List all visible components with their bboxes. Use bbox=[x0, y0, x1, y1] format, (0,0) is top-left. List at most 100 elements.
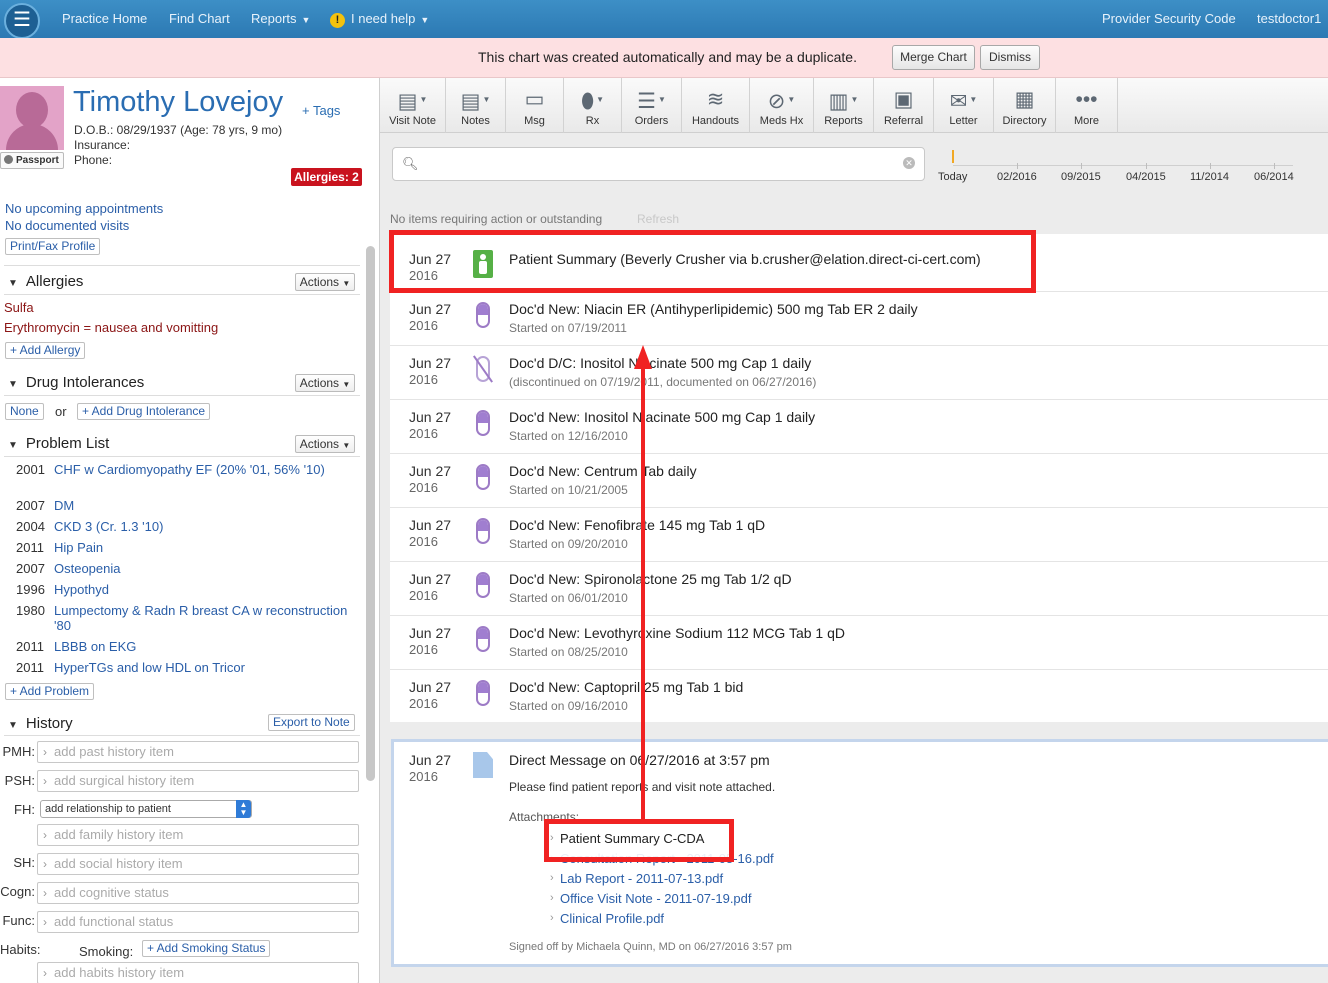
rx-tool[interactable]: ⬮ ▼ Rx bbox=[564, 78, 622, 133]
nav-reports[interactable]: Reports ▼ bbox=[251, 11, 310, 26]
fh-relationship-select[interactable]: add relationship to patient ▲ ▼ bbox=[40, 800, 252, 818]
nav-reports-label: Reports bbox=[251, 11, 297, 26]
func-input[interactable]: › add functional status bbox=[37, 911, 359, 933]
pmh-placeholder: add past history item bbox=[54, 744, 174, 759]
allergies-badge[interactable]: Allergies: 2 bbox=[291, 168, 362, 186]
chevron-down-icon: ▼ bbox=[342, 441, 351, 450]
nav-user-menu[interactable]: testdoctor1 bbox=[1257, 11, 1321, 26]
refresh-link[interactable]: Refresh bbox=[637, 212, 679, 226]
tool-label: More bbox=[1073, 115, 1100, 127]
letter-tool[interactable]: ✉ ▼ Letter bbox=[934, 78, 994, 133]
problem-list-section-header[interactable]: ▼ Problem List bbox=[8, 435, 109, 452]
feed-title[interactable]: Doc'd New: Spironolactone 25 mg Tab 1/2 … bbox=[509, 571, 792, 587]
problem-item[interactable]: Hypothyd bbox=[54, 582, 109, 597]
handouts-tool[interactable]: ≋ Handouts bbox=[682, 78, 750, 133]
feed-item[interactable]: Jun 27 2016 Doc'd D/C: Inositol Niacinat… bbox=[390, 346, 1328, 400]
timeline-label[interactable]: 04/2015 bbox=[1126, 171, 1166, 183]
psh-placeholder: add surgical history item bbox=[54, 773, 195, 788]
feed-item[interactable]: Jun 27 2016 Doc'd New: Levothyroxine Sod… bbox=[390, 616, 1328, 670]
merge-chart-button[interactable]: Merge Chart bbox=[892, 45, 975, 70]
fh-input[interactable]: › add family history item bbox=[37, 824, 359, 846]
feed-item[interactable]: Jun 27 2016 Doc'd New: Niacin ER (Antihy… bbox=[390, 292, 1328, 346]
avatar bbox=[0, 86, 64, 150]
add-problem-button[interactable]: + Add Problem bbox=[5, 683, 95, 700]
more-tool[interactable]: ••• More bbox=[1056, 78, 1118, 133]
nav-find-chart[interactable]: Find Chart bbox=[169, 11, 230, 26]
problem-item[interactable]: HyperTGs and low HDL on Tricor bbox=[54, 660, 245, 675]
dismiss-button[interactable]: Dismiss bbox=[980, 45, 1040, 70]
attachment-link[interactable]: Lab Report - 2011-07-13.pdf bbox=[560, 871, 723, 886]
timeline-label[interactable]: 11/2014 bbox=[1190, 171, 1229, 183]
sh-input[interactable]: › add social history item bbox=[37, 853, 359, 875]
add-allergy-button[interactable]: + Add Allergy bbox=[5, 342, 86, 359]
problem-item[interactable]: DM bbox=[54, 498, 74, 513]
notes-tool[interactable]: ▤ ▼ Notes bbox=[446, 78, 506, 133]
referral-tool[interactable]: ▣ Referral bbox=[874, 78, 934, 133]
app-logo-icon[interactable]: ☰ bbox=[4, 3, 40, 39]
feed-title[interactable]: Doc'd D/C: Inositol Niacinate 500 mg Cap… bbox=[509, 355, 811, 371]
problem-item[interactable]: CKD 3 (Cr. 1.3 '10) bbox=[54, 519, 163, 534]
pmh-input[interactable]: › add past history item bbox=[37, 741, 359, 763]
allergies-actions-button[interactable]: Actions ▼ bbox=[295, 273, 355, 291]
add-tags-link[interactable]: + Tags bbox=[302, 103, 340, 118]
attachment-link-highlighted[interactable]: Patient Summary C-CDA bbox=[560, 831, 704, 846]
problem-item[interactable]: LBBB on EKG bbox=[54, 639, 136, 654]
drug-intolerances-section-header[interactable]: ▼ Drug Intolerances bbox=[8, 374, 144, 391]
attachment-link[interactable]: Clinical Profile.pdf bbox=[560, 911, 664, 926]
feed-title[interactable]: Doc'd New: Fenofibrate 145 mg Tab 1 qD bbox=[509, 517, 765, 533]
feed-title[interactable]: Doc'd New: Centrum Tab daily bbox=[509, 463, 697, 479]
psh-input[interactable]: › add surgical history item bbox=[37, 770, 359, 792]
problem-item[interactable]: Osteopenia bbox=[54, 561, 121, 576]
feed-item[interactable]: Jun 27 2016 Doc'd New: Inositol Niacinat… bbox=[390, 400, 1328, 454]
allergies-section-header[interactable]: ▼ Allergies bbox=[8, 273, 83, 290]
timeline-label[interactable]: 09/2015 bbox=[1061, 171, 1101, 183]
add-drug-intolerance-button[interactable]: + Add Drug Intolerance bbox=[77, 403, 211, 420]
feed-title[interactable]: Doc'd New: Levothyroxine Sodium 112 MCG … bbox=[509, 625, 845, 641]
feed-title[interactable]: Doc'd New: Inositol Niacinate 500 mg Cap… bbox=[509, 409, 815, 425]
feed-title[interactable]: Doc'd New: Captopril 25 mg Tab 1 bid bbox=[509, 679, 743, 695]
attachment-link[interactable]: Office Visit Note - 2011-07-19.pdf bbox=[560, 891, 752, 906]
sidebar-scrollbar[interactable] bbox=[366, 246, 375, 781]
timeline-label[interactable]: 06/2014 bbox=[1254, 171, 1294, 183]
problem-item-continued[interactable]: '80 bbox=[54, 618, 71, 633]
passport-button[interactable]: Passport bbox=[0, 152, 64, 169]
sh-placeholder: add social history item bbox=[54, 856, 183, 871]
feed-item[interactable]: Jun 27 2016 Doc'd New: Spironolactone 25… bbox=[390, 562, 1328, 616]
timeline-label[interactable]: Today bbox=[938, 171, 967, 183]
directory-tool[interactable]: ▦ Directory bbox=[994, 78, 1056, 133]
orders-tool[interactable]: ☰ ▼ Orders bbox=[622, 78, 682, 133]
upcoming-appointments-link[interactable]: No upcoming appointments bbox=[5, 201, 163, 216]
history-section-header[interactable]: ▼ History bbox=[8, 715, 73, 732]
tool-label: Rx bbox=[585, 115, 600, 127]
clear-search-icon[interactable]: ✕ bbox=[903, 157, 915, 169]
documented-visits-link[interactable]: No documented visits bbox=[5, 218, 129, 233]
pill-icon bbox=[476, 572, 490, 598]
add-smoking-status-button[interactable]: + Add Smoking Status bbox=[142, 940, 271, 957]
nav-provider-security-code[interactable]: Provider Security Code bbox=[1102, 11, 1236, 26]
message-title[interactable]: Direct Message on 06/27/2016 at 3:57 pm bbox=[509, 752, 770, 768]
feed-title[interactable]: Doc'd New: Niacin ER (Antihyperlipidemic… bbox=[509, 301, 918, 317]
feed-item[interactable]: Jun 27 2016 Doc'd New: Centrum Tab daily… bbox=[390, 454, 1328, 508]
habits-input[interactable]: › add habits history item bbox=[37, 962, 359, 983]
problems-actions-button[interactable]: Actions ▼ bbox=[295, 435, 355, 453]
timeline-label[interactable]: 02/2016 bbox=[997, 171, 1037, 183]
cogn-input[interactable]: › add cognitive status bbox=[37, 882, 359, 904]
print-fax-profile-button[interactable]: Print/Fax Profile bbox=[5, 238, 101, 255]
problem-item[interactable]: Lumpectomy & Radn R breast CA w reconstr… bbox=[54, 603, 347, 618]
msg-tool[interactable]: ▭ Msg bbox=[506, 78, 564, 133]
feed-subtitle: (discontinued on 07/19/2011, documented … bbox=[509, 375, 817, 389]
reports-tool[interactable]: ▥ ▼ Reports bbox=[814, 78, 874, 133]
nav-practice-home[interactable]: Practice Home bbox=[62, 11, 147, 26]
problem-item[interactable]: CHF w Cardiomyopathy EF (20% '01, 56% '1… bbox=[54, 462, 325, 477]
meds-hx-tool[interactable]: ⊘ ▼ Meds Hx bbox=[750, 78, 814, 133]
export-to-note-button[interactable]: Export to Note bbox=[268, 714, 355, 731]
problem-item[interactable]: Hip Pain bbox=[54, 540, 103, 555]
intolerances-actions-button[interactable]: Actions ▼ bbox=[295, 374, 355, 392]
none-intolerance-button[interactable]: None bbox=[5, 403, 44, 420]
feed-item[interactable]: Jun 27 2016 Doc'd New: Fenofibrate 145 m… bbox=[390, 508, 1328, 562]
nav-help[interactable]: ! I need help ▼ bbox=[330, 11, 429, 28]
chart-search-input[interactable]: 🔍︎ ✕ bbox=[392, 147, 925, 181]
collapse-icon: ▼ bbox=[8, 379, 18, 390]
feed-item[interactable]: Jun 27 2016 Doc'd New: Captopril 25 mg T… bbox=[390, 670, 1328, 722]
visit-note-tool[interactable]: ▤ ▼ Visit Note bbox=[380, 78, 446, 133]
